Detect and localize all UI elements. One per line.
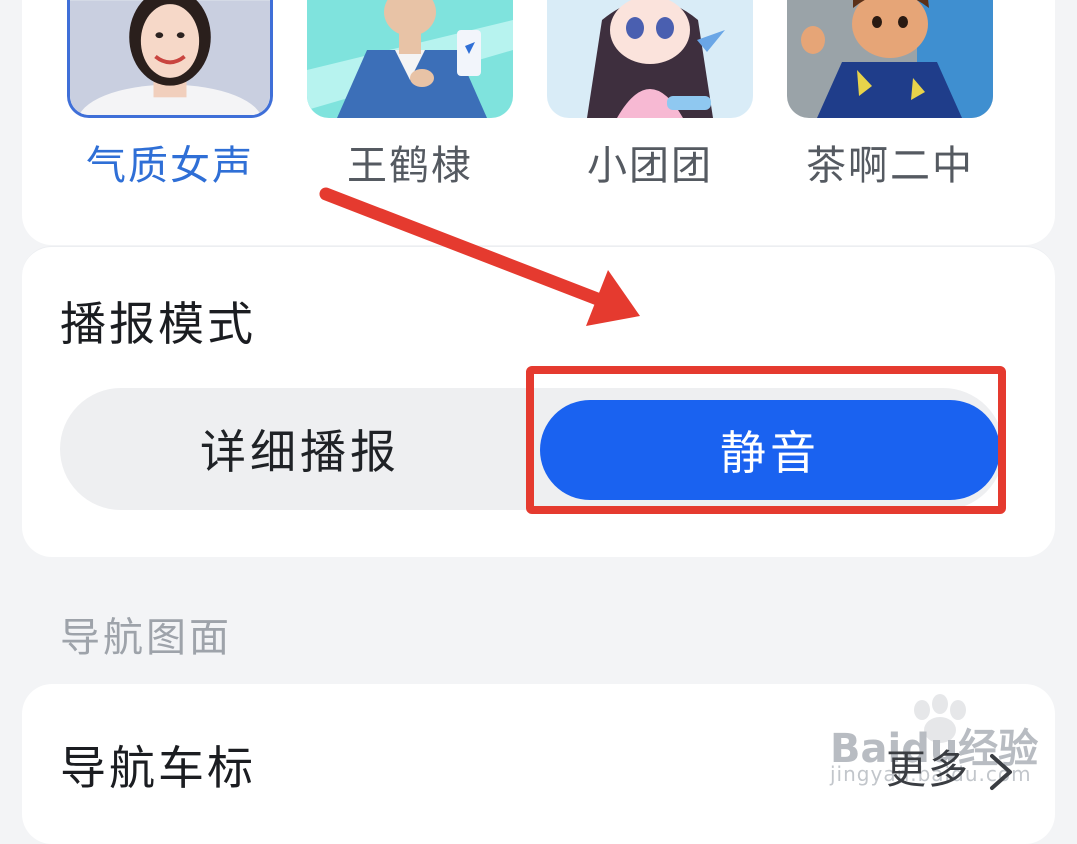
voice-option-2[interactable]: 王鹤棣 (307, 0, 513, 194)
broadcast-mode-title: 播报模式 (60, 297, 256, 351)
option-detailed-broadcast[interactable]: 详细播报 (60, 388, 540, 510)
voice-label: 茶啊二中 (806, 143, 974, 189)
voice-avatar (307, 0, 513, 118)
voice-avatar (547, 0, 753, 118)
voice-option-3[interactable]: 小团团 (547, 0, 753, 194)
voice-avatar (67, 0, 273, 118)
voice-avatar (787, 0, 993, 118)
voice-label: 气质女声 (86, 143, 254, 189)
nav-car-icon-title: 导航车标 (60, 741, 256, 795)
voice-label: 王鹤棣 (347, 143, 473, 189)
cartoon-boy-portrait-icon (787, 0, 993, 118)
annotation-highlight-box (526, 366, 1006, 514)
anime-girl-portrait-icon (547, 0, 753, 118)
nav-section-label: 导航图面 (60, 615, 232, 661)
voice-option-4[interactable]: 茶啊二中 (787, 0, 993, 194)
voice-label: 小团团 (587, 143, 713, 189)
man-portrait-icon (307, 0, 513, 118)
woman-portrait-icon (70, 0, 270, 115)
voice-option-1[interactable]: 气质女声 (67, 0, 273, 194)
chevron-right-icon[interactable] (984, 752, 1018, 792)
more-link[interactable]: 更多 (886, 742, 970, 798)
